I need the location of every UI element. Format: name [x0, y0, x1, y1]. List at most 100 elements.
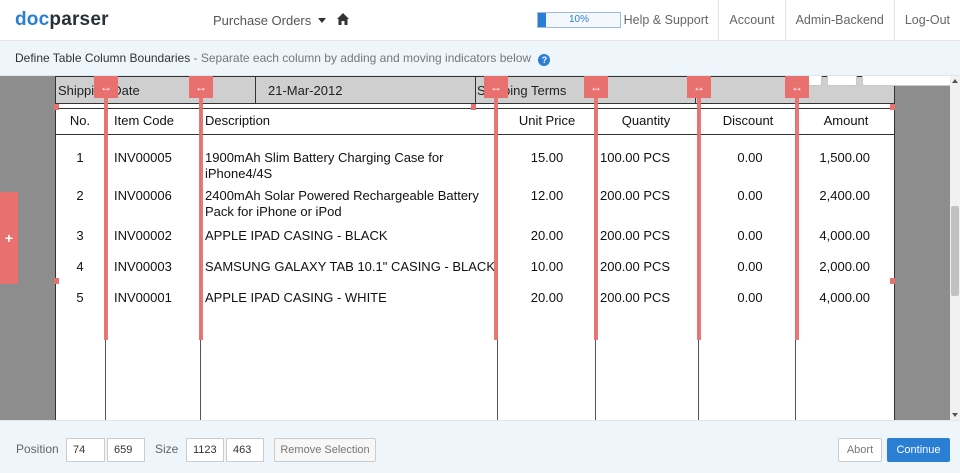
scrollbar-thumb[interactable] [951, 206, 959, 296]
row-3-no: 3 [76, 228, 84, 243]
row-1-item-code: INV00005 [114, 150, 172, 165]
document-page: Shipping Date 21-Mar-2012 Shipping Terms… [55, 76, 952, 420]
column-marker[interactable] [697, 76, 701, 340]
account-link[interactable]: Account [718, 0, 784, 41]
docparser-logo[interactable]: docparser [15, 9, 109, 31]
row-4-discount: 0.00 [737, 259, 763, 274]
row-1-no: 1 [76, 150, 84, 165]
row-4-description: SAMSUNG GALAXY TAB 10.1" CASING - BLACK [205, 259, 495, 274]
column-marker[interactable] [104, 76, 108, 340]
row-5-description: APPLE IPAD CASING - WHITE [205, 290, 387, 305]
row-2-unit-price: 12.00 [530, 188, 564, 203]
row-1-unit-price: 15.00 [530, 150, 564, 165]
row-1-amount: 1,500.00 [819, 150, 870, 165]
logout-link[interactable]: Log-Out [893, 0, 960, 41]
shipping-header-row: Shipping Date 21-Mar-2012 Shipping Terms [55, 76, 895, 104]
position-y-input[interactable]: 659 [107, 438, 145, 462]
selection-handle[interactable] [890, 278, 895, 284]
row-3-discount: 0.00 [737, 228, 763, 243]
header-cell-divider [255, 76, 256, 104]
row-3-item-code: INV00002 [114, 228, 172, 243]
instruction-subtitle: - Separate each column by adding and mov… [190, 51, 532, 65]
row-2-no: 2 [76, 188, 84, 203]
selection-handle[interactable] [890, 104, 895, 110]
row-5-item-code: INV00001 [114, 290, 172, 305]
size-height-input[interactable]: 463 [226, 438, 264, 462]
document-viewer[interactable]: Shipping Date 21-Mar-2012 Shipping Terms… [0, 76, 960, 420]
continue-button[interactable]: Continue [887, 438, 950, 462]
row-4-no: 4 [76, 259, 84, 274]
column-header-item-code: Item Code [114, 113, 174, 128]
row-2-discount: 0.00 [737, 188, 763, 203]
column-header-discount: Discount [722, 113, 774, 128]
column-marker[interactable] [199, 76, 203, 340]
column-header-no: No. [69, 113, 91, 128]
remove-selection-button[interactable]: Remove Selection [274, 438, 376, 462]
selection-toolbar: Position 74 659 Size 1123 463 Remove Sel… [0, 420, 960, 473]
resize-horizontal-icon[interactable]: ↔ [484, 76, 508, 98]
instruction-title: Define Table Column Boundaries [15, 51, 191, 65]
scroll-down-icon[interactable] [952, 413, 958, 417]
column-header-quantity: Quantity [621, 113, 671, 128]
ghost-box [827, 76, 857, 86]
abort-button[interactable]: Abort [838, 438, 882, 462]
selection-handle[interactable] [54, 104, 59, 110]
row-3-description: APPLE IPAD CASING - BLACK [205, 228, 388, 243]
column-marker[interactable] [795, 76, 799, 340]
purchase-orders-dropdown[interactable]: Purchase Orders [213, 13, 327, 28]
column-header-amount: Amount [823, 113, 869, 128]
row-2-amount: 2,400.00 [819, 188, 870, 203]
size-label: Size [155, 442, 179, 456]
row-2-quantity: 200.00 PCS [600, 188, 671, 203]
logo-part-1: doc [15, 9, 50, 30]
row-2-item-code: INV00006 [114, 188, 172, 203]
column-header-description: Description [205, 113, 271, 128]
size-width-input[interactable]: 1123 [186, 438, 224, 462]
vertical-scrollbar[interactable] [950, 76, 960, 420]
nav-links: Help & Support Account Admin-Backend Log… [614, 0, 960, 41]
logo-part-2: parser [49, 9, 109, 30]
question-circle-icon[interactable]: ? [538, 54, 551, 66]
position-label: Position [16, 442, 59, 456]
admin-backend-link[interactable]: Admin-Backend [784, 0, 894, 41]
instruction-bar: Define Table Column Boundaries - Separat… [0, 41, 960, 76]
home-icon[interactable] [336, 12, 350, 26]
resize-horizontal-icon[interactable]: ↔ [785, 76, 809, 98]
row-4-amount: 2,000.00 [819, 259, 870, 274]
selection-handle[interactable] [54, 278, 59, 284]
row-4-item-code: INV00003 [114, 259, 172, 274]
parsing-quota-progress: 10% [537, 12, 621, 28]
help-support-link[interactable]: Help & Support [614, 0, 719, 41]
row-1-description: 1900mAh Slim Battery Charging Case for i… [205, 150, 444, 181]
row-3-amount: 4,000.00 [819, 228, 870, 243]
resize-horizontal-icon[interactable]: ↔ [687, 76, 711, 98]
column-marker[interactable] [494, 76, 498, 340]
purchase-orders-label: Purchase Orders [213, 13, 312, 28]
row-5-discount: 0.00 [737, 290, 763, 305]
resize-horizontal-icon[interactable]: ↔ [189, 76, 213, 98]
top-navbar: docparser Purchase Orders 10% Help & Sup… [0, 0, 960, 41]
add-column-button[interactable]: + [0, 192, 18, 284]
progress-label: 10% [568, 14, 589, 25]
resize-horizontal-icon[interactable]: ↔ [94, 76, 118, 98]
position-x-input[interactable]: 74 [66, 438, 105, 462]
row-1-discount: 0.00 [737, 150, 763, 165]
row-1-quantity: 100.00 PCS [600, 150, 671, 165]
row-4-quantity: 200.00 PCS [600, 259, 671, 274]
row-5-no: 5 [76, 290, 84, 305]
column-header-unit-price: Unit Price [518, 113, 576, 128]
column-marker[interactable] [594, 76, 598, 340]
selection-handle[interactable] [471, 104, 476, 110]
header-cell-divider [475, 76, 476, 104]
resize-horizontal-icon[interactable]: ↔ [584, 76, 608, 98]
row-4-unit-price: 10.00 [530, 259, 564, 274]
row-3-quantity: 200.00 PCS [600, 228, 671, 243]
chevron-down-icon [318, 18, 327, 23]
row-5-unit-price: 20.00 [530, 290, 564, 305]
row-2-description: 2400mAh Solar Powered Rechargeable Batte… [205, 188, 479, 219]
scroll-up-icon[interactable] [952, 79, 958, 83]
table-header-divider [55, 134, 895, 135]
ghost-box [862, 76, 952, 86]
row-5-quantity: 200.00 PCS [600, 290, 671, 305]
row-5-amount: 4,000.00 [819, 290, 870, 305]
